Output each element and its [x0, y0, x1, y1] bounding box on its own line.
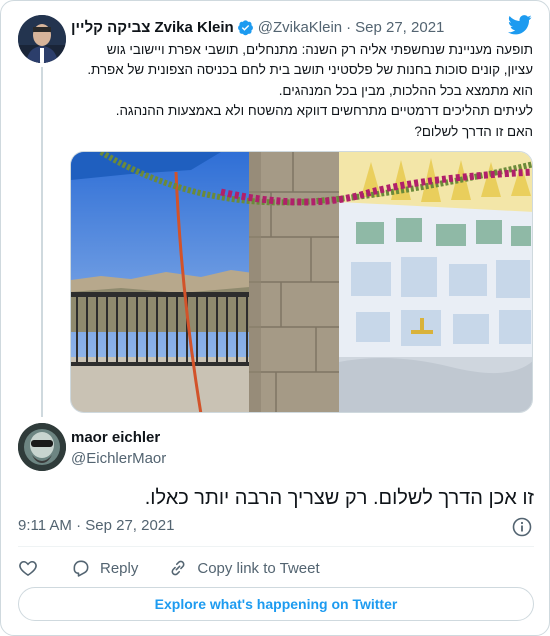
heart-icon	[19, 560, 37, 577]
embedded-tweet-card: צביקה קליין Zvika Klein @ZvikaKlein · Se…	[0, 0, 550, 636]
quoted-tweet-date[interactable]: Sep 27, 2021	[355, 19, 444, 36]
quoted-tweet-photo[interactable]	[70, 151, 533, 413]
reply-button[interactable]: Reply	[71, 558, 138, 578]
reply-author-name[interactable]: maor eichler	[71, 429, 160, 446]
copy-link-button[interactable]: Copy link to Tweet	[168, 558, 320, 578]
quoted-author-name[interactable]: צביקה קליין Zvika Klein	[71, 19, 234, 36]
quoted-author-handle[interactable]: @ZvikaKlein	[258, 19, 342, 36]
header-separator: ·	[346, 18, 352, 36]
quoted-tweet-header: צביקה קליין Zvika Klein @ZvikaKlein · Se…	[71, 17, 444, 37]
quoted-tweet-text: תופעה מעניינת שנחשפתי אליה רק השנה: מתנח…	[71, 40, 533, 142]
actions-divider	[18, 546, 534, 547]
reply-timestamp[interactable]: 9:11 AM · Sep 27, 2021	[18, 517, 175, 534]
quoted-text-line: תופעה מעניינת שנחשפתי אליה רק השנה: מתנח…	[106, 42, 533, 57]
twitter-logo-icon[interactable]	[507, 15, 532, 35]
copy-link-label: Copy link to Tweet	[197, 559, 320, 577]
quoted-tweet[interactable]: צביקה קליין Zvika Klein @ZvikaKlein · Se…	[1, 1, 549, 417]
explore-twitter-button[interactable]: Explore what's happening on Twitter	[18, 587, 534, 621]
quoted-text-line: לעיתים תהליכים דרמטיים מתרחשים דווקא מהש…	[115, 103, 533, 119]
link-icon	[171, 560, 185, 576]
verified-badge-icon	[237, 19, 254, 36]
thread-connector-line	[41, 67, 43, 417]
quoted-text-line: הוא מתמצא בכל ההלכות, מבין בכל המנהגים.	[278, 82, 533, 98]
reply-bubble-icon	[73, 560, 89, 577]
reply-author-avatar[interactable]	[18, 423, 66, 471]
tweet-actions-bar: Reply Copy link to Tweet	[18, 557, 350, 579]
quoted-text-line: עציון, קונים סוכות בחנות של פלסטיני תושב…	[87, 62, 533, 78]
reply-author-handle[interactable]: @EichlerMaor	[71, 450, 166, 467]
reply-label: Reply	[100, 559, 139, 577]
reply-tweet-text: זו אכן הדרך לשלום. רק שצריך הרבה יותר כא…	[144, 487, 534, 509]
quoted-text-line: האם זו הדרך לשלום?	[414, 123, 533, 139]
info-icon[interactable]	[512, 517, 532, 537]
like-button[interactable]	[18, 558, 38, 578]
quoted-author-avatar[interactable]	[18, 15, 66, 63]
